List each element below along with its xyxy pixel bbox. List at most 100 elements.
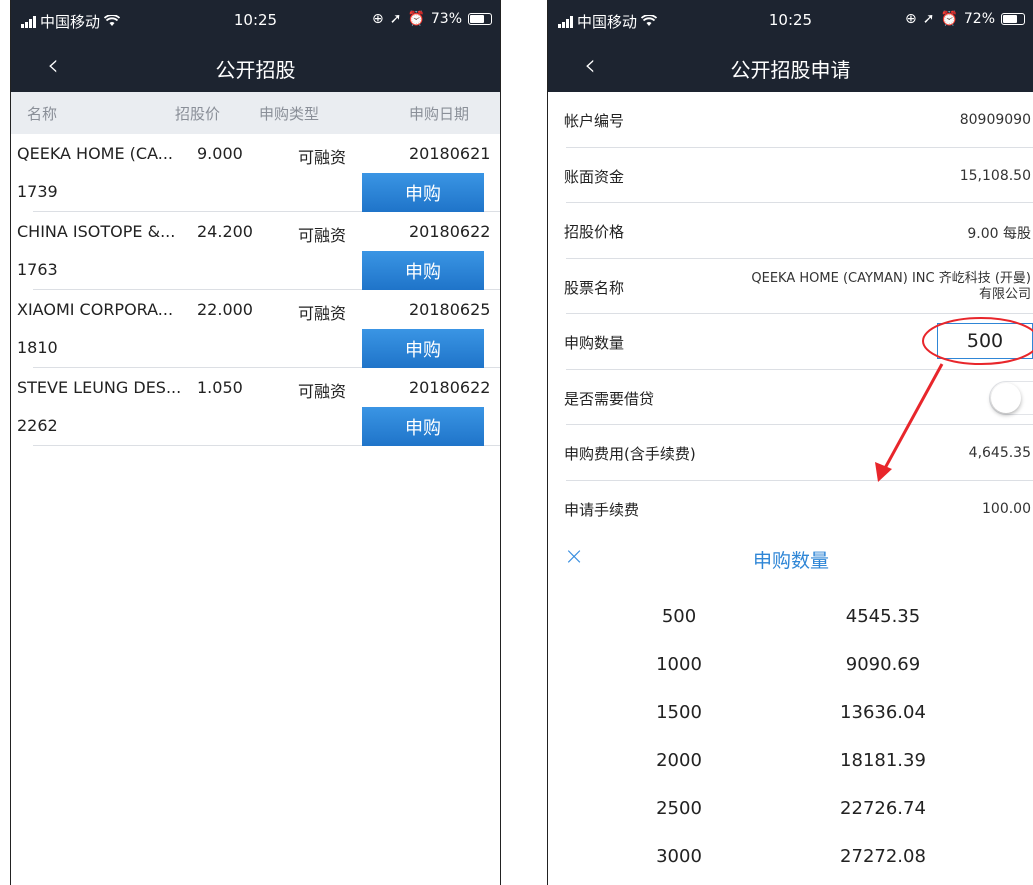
handling-fee-label: 申请手续费 <box>564 500 640 519</box>
ipo-table: QEEKA HOME (CA... 9.000 可融资 20180621 173… <box>11 134 500 446</box>
column-header-name: 名称 <box>27 104 58 123</box>
status-bar: 中国移动 10:25 ⊕ ➚ ⏰ 72% <box>548 0 1033 40</box>
option-quantity: 500 <box>661 606 697 627</box>
picker-option[interactable]: 2500 22726.74 <box>548 784 1033 832</box>
stock-name-value: QEEKA HOME (CAYMAN) INC 齐屹科技 (开曼) 有限公司 <box>751 271 1031 303</box>
stock-code: 2262 <box>17 416 58 435</box>
funds-label: 账面资金 <box>564 167 625 186</box>
subscription-type: 可融资 <box>298 226 347 245</box>
stock-name-label: 股票名称 <box>564 278 625 297</box>
loan-toggle[interactable] <box>989 380 1033 415</box>
form-row-quantity: 申购数量 500 <box>564 314 1033 370</box>
option-quantity: 2000 <box>656 750 702 771</box>
column-header-date: 申购日期 <box>409 104 470 123</box>
location-icon: ➚ <box>389 11 402 27</box>
option-amount: 9090.69 <box>845 654 921 675</box>
form-row-funds: 账面资金 15,108.50 <box>564 148 1033 203</box>
form-row-price: 招股价格 9.00 每股 <box>564 203 1033 259</box>
picker-option[interactable]: 2000 18181.39 <box>548 736 1033 784</box>
lock-rotation-icon: ⊕ <box>904 11 917 27</box>
subscribe-button[interactable]: 申购 <box>362 173 484 212</box>
toggle-knob <box>991 382 1021 413</box>
subscribe-button[interactable]: 申购 <box>362 251 484 290</box>
price-value: 9.00 每股 <box>967 226 1031 242</box>
ipo-list-screen: 中国移动 10:25 ⊕ ➚ ⏰ 73% ‹ 公开招股 名称 招股价 申购类型 … <box>10 0 501 885</box>
table-row[interactable]: CHINA ISOTOPE &... 24.200 可融资 20180622 1… <box>17 212 500 290</box>
picker-option[interactable]: 3000 27272.08 <box>548 832 1033 880</box>
loan-label: 是否需要借贷 <box>564 389 655 408</box>
table-header: 名称 招股价 申购类型 申购日期 <box>11 92 500 134</box>
battery-icon <box>1001 13 1025 25</box>
form-row-loan: 是否需要借贷 <box>564 370 1033 425</box>
table-row[interactable]: STEVE LEUNG DES... 1.050 可融资 20180622 22… <box>17 368 500 446</box>
table-row[interactable]: XIAOMI CORPORA... 22.000 可融资 20180625 18… <box>17 290 500 368</box>
form-row-handling-fee: 申请手续费 100.00 <box>564 481 1033 537</box>
form-row-account: 帐户编号 80909090 <box>564 92 1033 148</box>
option-quantity: 1000 <box>656 654 702 675</box>
nav-bar: ‹ 公开招股申请 <box>548 40 1033 92</box>
quantity-label: 申购数量 <box>564 334 625 352</box>
status-bar: 中国移动 10:25 ⊕ ➚ ⏰ 73% <box>11 0 500 40</box>
subscription-type: 可融资 <box>298 148 347 167</box>
battery-percent: 72% <box>963 11 995 27</box>
subscription-date: 20180625 <box>409 300 491 319</box>
application-form: 帐户编号 80909090 账面资金 15,108.50 招股价格 9.00 每… <box>548 92 1033 536</box>
form-row-fee: 申购费用(含手续费) 4,645.35 <box>564 425 1033 481</box>
form-row-stock-name: 股票名称 QEEKA HOME (CAYMAN) INC 齐屹科技 (开曼) 有… <box>564 259 1033 314</box>
alarm-icon: ⏰ <box>407 11 425 27</box>
table-row[interactable]: QEEKA HOME (CA... 9.000 可融资 20180621 173… <box>17 134 500 212</box>
fee-value: 4,645.35 <box>968 445 1031 461</box>
stock-name: XIAOMI CORPORA... <box>17 300 174 319</box>
subscription-date: 20180622 <box>409 222 491 241</box>
stock-name: STEVE LEUNG DES... <box>17 378 182 397</box>
account-label: 帐户编号 <box>564 112 625 130</box>
picker-title: 申购数量 <box>752 550 829 572</box>
quantity-input[interactable]: 500 <box>937 323 1033 359</box>
option-amount: 18181.39 <box>840 750 926 771</box>
option-quantity: 3000 <box>656 846 702 867</box>
ipo-price: 22.000 <box>197 300 253 319</box>
ipo-price: 9.000 <box>197 144 243 163</box>
stock-name: CHINA ISOTOPE &... <box>17 222 176 241</box>
option-amount: 4545.35 <box>845 606 921 627</box>
funds-value: 15,108.50 <box>959 167 1031 184</box>
stock-name-line-2: 有限公司 <box>978 286 1031 302</box>
battery-icon <box>468 13 492 25</box>
stock-code: 1739 <box>17 182 58 201</box>
stock-name: QEEKA HOME (CA... <box>17 144 174 163</box>
subscription-date: 20180621 <box>409 144 491 163</box>
subscription-type: 可融资 <box>298 382 347 401</box>
stock-name-line-1: QEEKA HOME (CAYMAN) INC 齐屹科技 (开曼) <box>751 270 1031 286</box>
fee-label: 申购费用(含手续费) <box>564 445 696 463</box>
price-label: 招股价格 <box>564 223 625 241</box>
page-title: 公开招股 <box>215 58 296 82</box>
option-amount: 22726.74 <box>840 798 926 819</box>
ipo-application-screen: 中国移动 10:25 ⊕ ➚ ⏰ 72% ‹ 公开招股申请 帐户编号 80909… <box>547 0 1033 885</box>
page-title: 公开招股申请 <box>730 58 851 82</box>
alarm-icon: ⏰ <box>940 11 958 27</box>
picker-option[interactable]: 500 4545.35 <box>548 592 1033 640</box>
ipo-price: 24.200 <box>197 222 253 241</box>
subscription-date: 20180622 <box>409 378 491 397</box>
option-quantity: 2500 <box>656 798 702 819</box>
handling-fee-value: 100.00 <box>982 500 1031 517</box>
column-header-type: 申购类型 <box>259 104 320 123</box>
lock-rotation-icon: ⊕ <box>371 11 384 27</box>
picker-option[interactable]: 1000 9090.69 <box>548 640 1033 688</box>
picker-option[interactable]: 1500 13636.04 <box>548 688 1033 736</box>
subscribe-button[interactable]: 申购 <box>362 329 484 368</box>
ipo-price: 1.050 <box>197 378 243 397</box>
account-value: 80909090 <box>959 112 1031 128</box>
quantity-picker-sheet: × 申购数量 500 4545.35 1000 9090.69 1500 136… <box>548 530 1033 885</box>
location-icon: ➚ <box>922 11 935 27</box>
option-amount: 13636.04 <box>840 702 926 723</box>
column-header-price: 招股价 <box>175 104 221 123</box>
option-amount: 27272.08 <box>840 846 926 867</box>
subscription-type: 可融资 <box>298 304 347 323</box>
nav-bar: ‹ 公开招股 <box>11 40 500 92</box>
battery-percent: 73% <box>430 11 462 27</box>
option-quantity: 1500 <box>656 702 702 723</box>
stock-code: 1810 <box>17 338 58 357</box>
stock-code: 1763 <box>17 260 58 279</box>
subscribe-button[interactable]: 申购 <box>362 407 484 446</box>
